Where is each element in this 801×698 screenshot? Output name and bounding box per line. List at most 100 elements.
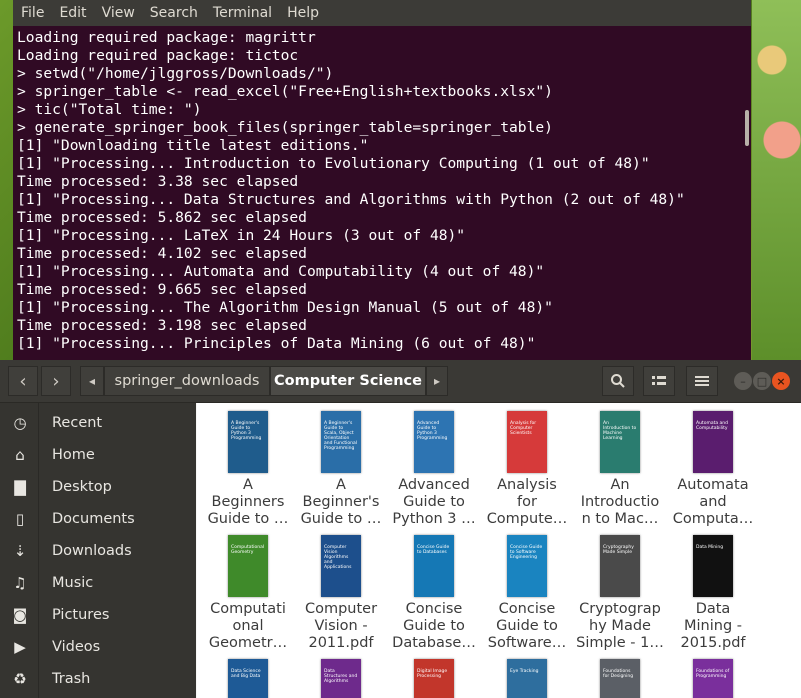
file-item[interactable]: Foundations for Designing (575, 659, 665, 698)
terminal-scrollbar[interactable] (745, 110, 749, 146)
book-cover-thumbnail: A Beginner's Guide to Python 3 Programmi… (228, 411, 268, 473)
file-name: An Introductio n to Mac… (580, 477, 660, 527)
menu-terminal[interactable]: Terminal (213, 5, 272, 21)
file-item[interactable]: A Beginner's Guide to Python 3 Programmi… (203, 411, 293, 528)
terminal-line: [1] "Processing... Automata and Computab… (17, 263, 545, 280)
search-button[interactable] (602, 366, 634, 396)
file-item[interactable]: Cryptography Made Simple Cryptograp hy Ma… (575, 535, 665, 652)
terminal-line: [1] "Processing... Principles of Data Mi… (17, 335, 536, 352)
minimize-button[interactable]: – (734, 372, 752, 390)
file-item[interactable]: Foundations of Programming (668, 659, 758, 698)
close-button[interactable]: × (772, 372, 790, 390)
book-cover-thumbnail: Digital Image Processing (414, 659, 454, 698)
file-item[interactable]: Analysis for Computer Scientists Analysis… (482, 411, 572, 528)
terminal-output[interactable]: Loading required package: magrittr Loadin… (13, 26, 751, 353)
file-name: Analysis for Compute… (486, 477, 568, 527)
terminal-line: Loading required package: magrittr (17, 29, 316, 46)
breadcrumb-scroll-left[interactable]: ◂ (80, 366, 104, 396)
sidebar-item-label: Music (52, 575, 94, 591)
file-item[interactable]: A Beginner's Guide to Scala, Object Orie… (296, 411, 386, 528)
sidebar-item-label: Pictures (52, 607, 110, 623)
forward-button[interactable]: › (41, 366, 71, 396)
file-item[interactable]: Digital Image Processing (389, 659, 479, 698)
list-view-icon (652, 376, 666, 385)
menu-view[interactable]: View (102, 5, 135, 21)
file-item[interactable]: Concise Guide to Databases Concise Guide … (389, 535, 479, 652)
file-item[interactable]: Computer Vision Algorithms and Applicati… (296, 535, 386, 652)
sidebar-item-label: Downloads (52, 543, 132, 559)
terminal-line: Time processed: 3.198 sec elapsed (17, 317, 307, 334)
sidebar-item-desktop[interactable]: ▇ Desktop (0, 471, 196, 503)
terminal-line: > setwd("/home/jlggross/Downloads/") (17, 65, 334, 82)
sidebar-item-pictures[interactable]: ◙ Pictures (0, 599, 196, 631)
file-item[interactable]: Data Structures and Algorithms (296, 659, 386, 698)
menu-button[interactable] (686, 366, 718, 396)
maximize-button[interactable]: □ (753, 372, 771, 390)
file-name: A Beginners Guide to … (207, 477, 289, 527)
cover-title: Data Science and Big Data (231, 669, 261, 679)
cover-title: An Introduction to Machine Learning (603, 421, 637, 441)
sidebar-item-label: Home (52, 447, 95, 463)
search-icon (611, 374, 625, 388)
breadcrumb-springer-downloads[interactable]: springer_downloads (104, 366, 270, 396)
back-button[interactable]: ‹ (8, 366, 38, 396)
file-manager-window: ‹ › ◂ springer_downloads Computer Scienc… (0, 360, 801, 698)
sidebar-item-label: Trash (52, 671, 91, 687)
terminal-menubar: File Edit View Search Terminal Help (13, 0, 751, 26)
trash-icon: ♻ (13, 670, 27, 688)
file-item[interactable]: Computational Geometry Computati onal Geo… (203, 535, 293, 652)
file-item[interactable]: Eye Tracking (482, 659, 572, 698)
folder-icon: ▇ (14, 478, 26, 496)
book-cover-thumbnail: Automata and Computability (693, 411, 733, 473)
sidebar-item-music[interactable]: ♫ Music (0, 567, 196, 599)
book-cover-thumbnail: Cryptography Made Simple (600, 535, 640, 597)
sidebar-item-videos[interactable]: ▶ Videos (0, 631, 196, 663)
book-cover-thumbnail: Data Structures and Algorithms (321, 659, 361, 698)
file-item[interactable]: Automata and Computability Automata and C… (668, 411, 758, 528)
cover-title: Analysis for Computer Scientists (510, 421, 537, 436)
book-cover-thumbnail: Foundations for Designing (600, 659, 640, 698)
file-item[interactable]: Data Mining Data Mining - 2015.pdf (668, 535, 758, 652)
book-cover-thumbnail: Eye Tracking (507, 659, 547, 698)
file-name: Concise Guide to Database… (392, 601, 476, 651)
file-item[interactable]: An Introduction to Machine Learning An In… (575, 411, 665, 528)
breadcrumb-scroll-right[interactable]: ▸ (426, 366, 448, 396)
terminal-line: [1] "Processing... The Algorithm Design … (17, 299, 553, 316)
cover-title: Foundations of Programming (696, 669, 730, 679)
menu-file[interactable]: File (21, 5, 44, 21)
sidebar-item-home[interactable]: ⌂ Home (0, 439, 196, 471)
file-manager-headerbar: ‹ › ◂ springer_downloads Computer Scienc… (0, 360, 801, 403)
close-icon: × (776, 374, 786, 388)
file-item[interactable]: Concise Guide to Software Engineering Con… (482, 535, 572, 652)
terminal-line: > springer_table <- read_excel("Free+Eng… (17, 83, 553, 100)
book-cover-thumbnail: Data Science and Big Data (228, 659, 268, 698)
file-name: Advanced Guide to Python 3 … (392, 477, 476, 527)
cover-title: Advanced Guide to Python 3 Programming (417, 421, 448, 441)
file-name: Computati onal Geometr… (208, 601, 288, 651)
file-item[interactable]: Advanced Guide to Python 3 Programming Ad… (389, 411, 479, 528)
terminal-line: > generate_springer_book_files(springer_… (17, 119, 553, 136)
file-item[interactable]: Data Science and Big Data (203, 659, 293, 698)
hamburger-menu-icon (695, 376, 709, 386)
file-name: Computer Vision - 2011.pdf (304, 601, 378, 651)
menu-edit[interactable]: Edit (59, 5, 86, 21)
view-options-button[interactable] (643, 366, 675, 396)
menu-search[interactable]: Search (150, 5, 198, 21)
sidebar-item-downloads[interactable]: ⇣ Downloads (0, 535, 196, 567)
book-cover-thumbnail: Computational Geometry (228, 535, 268, 597)
terminal-line: [1] "Processing... LaTeX in 24 Hours (3 … (17, 227, 466, 244)
sidebar-item-recent[interactable]: ◷ Recent (0, 407, 196, 439)
terminal-window[interactable]: File Edit View Search Terminal Help Load… (13, 0, 751, 360)
menu-help[interactable]: Help (287, 5, 319, 21)
breadcrumb-computer-science[interactable]: Computer Science (270, 366, 426, 396)
sidebar-item-trash[interactable]: ♻ Trash (0, 663, 196, 695)
sidebar-item-label: Desktop (52, 479, 112, 495)
sidebar-item-documents[interactable]: ▯ Documents (0, 503, 196, 535)
cover-title: A Beginner's Guide to Python 3 Programmi… (231, 421, 262, 441)
cover-title: Data Mining (696, 545, 724, 550)
terminal-line: > tic("Total time: ") (17, 101, 202, 118)
sidebar-item-label: Documents (52, 511, 135, 527)
book-cover-thumbnail: Concise Guide to Databases (414, 535, 454, 597)
cover-title: Cryptography Made Simple (603, 545, 634, 555)
cover-title: Computer Vision Algorithms and Applicati… (324, 545, 352, 570)
